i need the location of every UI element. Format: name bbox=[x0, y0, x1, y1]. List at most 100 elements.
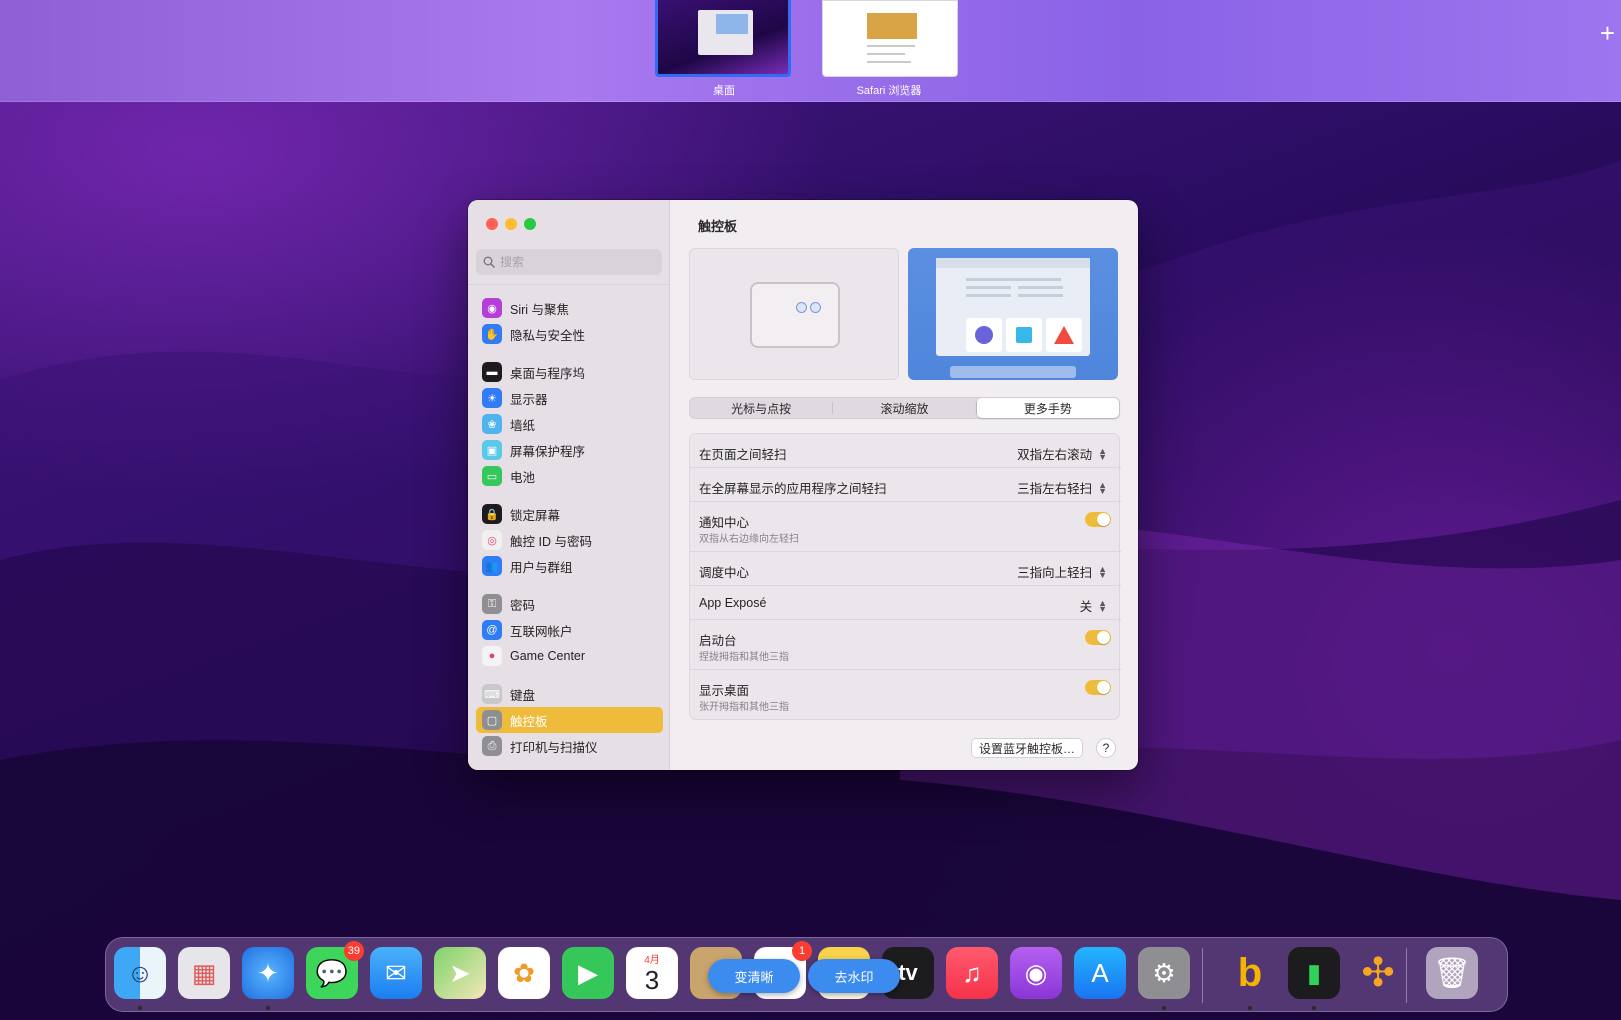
sidebar-item-game-center[interactable]: ● Game Center bbox=[476, 643, 663, 669]
sidebar-item-lock[interactable]: 🔒 锁定屏幕 bbox=[476, 501, 663, 527]
swipe-between-pages-popup[interactable]: 双指左右滚动 ▲ ▼ bbox=[1017, 444, 1107, 463]
sidebar-item-screensaver[interactable]: ▣ 屏幕保护程序 bbox=[476, 437, 663, 463]
launchpad-toggle[interactable] bbox=[1085, 630, 1111, 645]
window-minimize-button[interactable] bbox=[505, 218, 517, 230]
sidebar-item-sun[interactable]: ☀ 显示器 bbox=[476, 385, 663, 411]
row-title: 显示桌面 bbox=[699, 684, 750, 698]
sidebar-item-label: 电池 bbox=[510, 470, 536, 485]
sidebar-item-battery[interactable]: ▭ 电池 bbox=[476, 463, 663, 489]
sidebar-item-label: 显示器 bbox=[510, 392, 548, 407]
up-down-chevron-icon: ▲ ▼ bbox=[1098, 597, 1107, 614]
facetime-icon[interactable]: ▶ bbox=[562, 947, 614, 999]
photos-icon[interactable]: ✿ bbox=[498, 947, 550, 999]
music-icon[interactable]: ♫ bbox=[946, 947, 998, 999]
sidebar-item-printer[interactable]: ⎙ 打印机与扫描仪 bbox=[476, 733, 663, 759]
sidebar-item-hand[interactable]: ✋ 隐私与安全性 bbox=[476, 321, 663, 347]
swipe-between-apps-popup[interactable]: 三指左右轻扫 ▲ ▼ bbox=[1017, 478, 1107, 497]
sidebar-item-label: 触控板 bbox=[510, 714, 548, 729]
row-title: 通知中心 bbox=[699, 516, 750, 530]
sidebar: ◉ Siri 与聚焦 ✋ 隐私与安全性 ▬ 桌面与程序坞 ☀ 显示器 ❀ 墙纸 ▣ 屏幕保护程序 ▭ 电池… bbox=[468, 200, 670, 770]
sidebar-item-siri[interactable]: ◉ Siri 与聚焦 bbox=[476, 295, 663, 321]
row-title: 在页面之间轻扫 bbox=[699, 448, 787, 462]
preview-text-line bbox=[966, 294, 1011, 297]
sidebar-item-label: 键盘 bbox=[510, 688, 536, 703]
sidebar-item-label: 互联网帐户 bbox=[510, 624, 573, 639]
setup-bluetooth-trackpad-button[interactable]: 设置蓝牙触控板… bbox=[971, 738, 1083, 758]
sidebar-item-label: 打印机与扫描仪 bbox=[510, 740, 598, 755]
printer-icon: ⎙ bbox=[482, 736, 502, 756]
system-settings-window: ◉ Siri 与聚焦 ✋ 隐私与安全性 ▬ 桌面与程序坞 ☀ 显示器 ❀ 墙纸 ▣ 屏幕保护程序 ▭ 电池… bbox=[468, 200, 1138, 770]
podcasts-icon[interactable]: ◉ bbox=[1010, 947, 1062, 999]
calendar-month: 4月 bbox=[644, 955, 660, 966]
propeller-app-icon[interactable]: ✣ bbox=[1352, 947, 1404, 999]
show-desktop-toggle[interactable] bbox=[1085, 680, 1111, 695]
sidebar-item-keyboard[interactable]: ⌨ 键盘 bbox=[476, 681, 663, 707]
calendar-day: 3 bbox=[644, 965, 660, 995]
add-space-button[interactable]: + bbox=[1600, 18, 1615, 49]
mail-icon[interactable]: ✉ bbox=[370, 947, 422, 999]
space-label-safari: Safari 浏览器 bbox=[856, 85, 922, 97]
search-field[interactable] bbox=[476, 249, 662, 275]
row-swipe-between-fullscreen-apps: 在全屏幕显示的应用程序之间轻扫 三指左右轻扫 ▲ ▼ bbox=[690, 468, 1121, 502]
tab-scroll-zoom[interactable]: 滚动缩放 bbox=[833, 398, 975, 418]
gesture-tabs: 光标与点按 滚动缩放 更多手势 bbox=[689, 397, 1120, 419]
hand-icon: ✋ bbox=[482, 324, 502, 344]
sidebar-item-label: 触控 ID 与密码 bbox=[510, 534, 592, 549]
mission-control-popup[interactable]: 三指向上轻扫 ▲ ▼ bbox=[1017, 562, 1107, 581]
running-indicator bbox=[266, 1006, 270, 1010]
row-show-desktop: 显示桌面 张开拇指和其他三指 bbox=[690, 670, 1121, 720]
sidebar-item-flower[interactable]: ❀ 墙纸 bbox=[476, 411, 663, 437]
sidebar-item-dock[interactable]: ▬ 桌面与程序坞 bbox=[476, 359, 663, 385]
at-icon: @ bbox=[482, 620, 502, 640]
row-subtitle: 张开拇指和其他三指 bbox=[699, 702, 789, 713]
notification-center-toggle[interactable] bbox=[1085, 512, 1111, 527]
remove-watermark-button[interactable]: 去水印 bbox=[808, 959, 900, 993]
finder-icon[interactable]: ☺ bbox=[114, 947, 166, 999]
siri-icon: ◉ bbox=[482, 298, 502, 318]
space-thumbnail-safari[interactable] bbox=[822, 0, 958, 77]
space-label-desktop: 桌面 bbox=[713, 85, 735, 97]
sidebar-item-label: 屏幕保护程序 bbox=[510, 444, 586, 459]
row-title: 启动台 bbox=[699, 634, 737, 648]
space-thumbnail-line bbox=[867, 53, 905, 55]
up-down-chevron-icon: ▲ ▼ bbox=[1098, 445, 1107, 462]
enhance-clarity-button[interactable]: 变清晰 bbox=[708, 959, 800, 993]
row-title: 在全屏幕显示的应用程序之间轻扫 bbox=[699, 482, 887, 496]
row-subtitle: 捏拢拇指和其他三指 bbox=[699, 652, 789, 663]
sidebar-list: ◉ Siri 与聚焦 ✋ 隐私与安全性 ▬ 桌面与程序坞 ☀ 显示器 ❀ 墙纸 ▣ 屏幕保护程序 ▭ 电池… bbox=[468, 284, 670, 770]
system-settings-icon[interactable]: ⚙ bbox=[1138, 947, 1190, 999]
sidebar-item-trackpad[interactable]: ▢ 触控板 bbox=[476, 707, 663, 733]
sidebar-item-users[interactable]: 👥 用户与群组 bbox=[476, 553, 663, 579]
search-input[interactable] bbox=[500, 249, 655, 275]
tab-point-click[interactable]: 光标与点按 bbox=[690, 398, 832, 418]
trash-icon[interactable]: 🗑 bbox=[1426, 947, 1478, 999]
space-thumbnail-line bbox=[867, 45, 915, 47]
running-indicator bbox=[1162, 1006, 1166, 1010]
safari-icon[interactable]: ✦ bbox=[242, 947, 294, 999]
messages-icon[interactable]: 💬 39 bbox=[306, 941, 364, 999]
sidebar-item-fingerprint[interactable]: ◎ 触控 ID 与密码 bbox=[476, 527, 663, 553]
content-pane: 触控板 光标与点按 滚动缩放 更多手势 在页面之间轻扫 双指左右滚动 ▲ ▼ 在… bbox=[671, 200, 1138, 770]
tab-more-gestures[interactable]: 更多手势 bbox=[976, 398, 1119, 418]
app-store-icon[interactable]: A bbox=[1074, 947, 1126, 999]
calendar-icon[interactable]: 4月 3 bbox=[626, 947, 678, 999]
sidebar-item-at[interactable]: @ 互联网帐户 bbox=[476, 617, 663, 643]
maps-icon[interactable]: ➤ bbox=[434, 947, 486, 999]
preview-text-line bbox=[966, 278, 1061, 281]
sidebar-item-key[interactable]: ⚿ 密码 bbox=[476, 591, 663, 617]
window-close-button[interactable] bbox=[486, 218, 498, 230]
sidebar-item-label: Siri 与聚焦 bbox=[510, 302, 570, 317]
space-thumbnail-window bbox=[698, 10, 753, 55]
row-mission-control: 调度中心 三指向上轻扫 ▲ ▼ bbox=[690, 552, 1121, 586]
screensaver-icon: ▣ bbox=[482, 440, 502, 460]
app-expose-popup[interactable]: 关 ▲ ▼ bbox=[1080, 596, 1107, 615]
space-thumbnail-desktop[interactable] bbox=[655, 0, 791, 77]
launchpad-icon[interactable]: ▦ bbox=[178, 947, 230, 999]
sun-icon: ☀ bbox=[482, 388, 502, 408]
bing-icon[interactable]: b bbox=[1224, 947, 1276, 999]
window-zoom-button[interactable] bbox=[524, 218, 536, 230]
help-button[interactable]: ? bbox=[1096, 738, 1116, 758]
stocks-app-icon[interactable]: ▮ bbox=[1288, 947, 1340, 999]
trackpad-icon bbox=[750, 282, 840, 348]
row-notification-center: 通知中心 双指从右边缘向左轻扫 bbox=[690, 502, 1121, 552]
